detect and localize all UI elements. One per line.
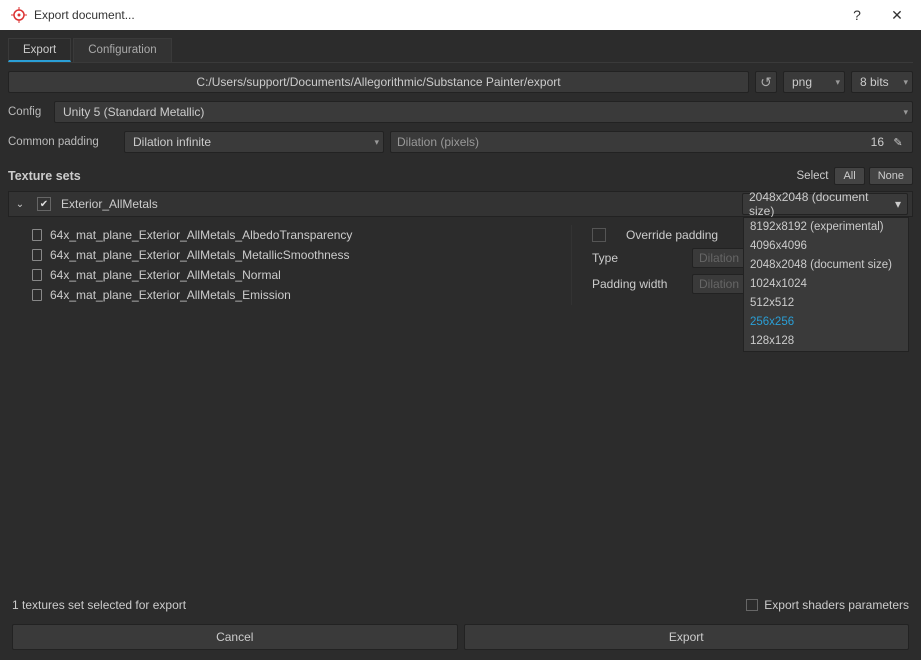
pencil-icon: ✎ xyxy=(890,134,906,150)
close-button[interactable]: ✕ xyxy=(877,0,917,30)
texture-sets-title: Texture sets xyxy=(8,169,797,183)
file-format-value: png xyxy=(792,75,827,89)
texture-set-checkbox[interactable] xyxy=(37,197,51,211)
size-option[interactable]: 128x128 xyxy=(744,332,908,351)
size-option[interactable]: 2048x2048 (document size) xyxy=(744,256,908,275)
padding-mode-value: Dilation infinite xyxy=(133,135,366,149)
bit-depth-dropdown[interactable]: 8 bits ▾ xyxy=(851,71,913,93)
document-icon xyxy=(32,249,42,261)
config-preset-value: Unity 5 (Standard Metallic) xyxy=(63,105,895,119)
export-shaders-checkbox[interactable]: Export shaders parameters xyxy=(746,598,909,612)
override-padding-checkbox[interactable] xyxy=(592,228,606,242)
list-item[interactable]: 64x_mat_plane_Exterior_AllMetals_Metalli… xyxy=(32,245,571,265)
checkbox-icon xyxy=(746,599,758,611)
list-item[interactable]: 64x_mat_plane_Exterior_AllMetals_AlbedoT… xyxy=(32,225,571,245)
size-option[interactable]: 256x256 xyxy=(744,313,908,332)
chevron-down-icon: ▾ xyxy=(895,197,901,211)
document-icon xyxy=(32,289,42,301)
app-icon xyxy=(10,6,28,24)
common-padding-label: Common padding xyxy=(8,136,118,148)
list-item[interactable]: 64x_mat_plane_Exterior_AllMetals_Emissio… xyxy=(32,285,571,305)
texture-size-dropdown[interactable]: 2048x2048 (document size) ▾ xyxy=(742,193,908,215)
map-list: 64x_mat_plane_Exterior_AllMetals_AlbedoT… xyxy=(32,225,572,305)
texture-size-value: 2048x2048 (document size) xyxy=(749,190,895,218)
size-option[interactable]: 512x512 xyxy=(744,294,908,313)
help-button[interactable]: ? xyxy=(837,0,877,30)
titlebar: Export document... ? ✕ xyxy=(0,0,921,30)
chevron-down-icon: ▾ xyxy=(835,77,840,88)
chevron-down-icon[interactable]: ⌄ xyxy=(13,199,27,210)
map-name: 64x_mat_plane_Exterior_AllMetals_Emissio… xyxy=(50,288,291,302)
texture-set-name: Exterior_AllMetals xyxy=(61,197,732,211)
document-icon xyxy=(32,229,42,241)
texture-size-dropdown-list[interactable]: 8192x8192 (experimental) 4096x4096 2048x… xyxy=(743,217,909,352)
padding-mode-dropdown[interactable]: Dilation infinite ▾ xyxy=(124,131,384,153)
size-option[interactable]: 8192x8192 (experimental) xyxy=(744,218,908,237)
select-none-button[interactable]: None xyxy=(869,167,913,185)
reset-path-button[interactable]: ↺ xyxy=(755,71,777,93)
map-name: 64x_mat_plane_Exterior_AllMetals_Metalli… xyxy=(50,248,349,262)
tab-export[interactable]: Export xyxy=(8,38,71,62)
dilation-pixels-value: 16 xyxy=(871,135,884,149)
bit-depth-value: 8 bits xyxy=(860,75,895,89)
export-shaders-label: Export shaders parameters xyxy=(764,598,909,612)
chevron-down-icon: ▾ xyxy=(903,107,908,118)
export-button[interactable]: Export xyxy=(464,624,910,650)
cancel-button[interactable]: Cancel xyxy=(12,624,458,650)
padding-width-label: Padding width xyxy=(592,277,672,291)
select-label: Select xyxy=(797,170,829,182)
map-name: 64x_mat_plane_Exterior_AllMetals_AlbedoT… xyxy=(50,228,352,242)
dilation-pixels-field[interactable]: Dilation (pixels) 16 ✎ xyxy=(390,131,913,153)
config-label: Config xyxy=(8,106,48,118)
list-item[interactable]: 64x_mat_plane_Exterior_AllMetals_Normal xyxy=(32,265,571,285)
undo-icon: ↺ xyxy=(760,74,772,91)
export-path-field[interactable]: C:/Users/support/Documents/Allegorithmic… xyxy=(8,71,749,93)
config-preset-dropdown[interactable]: Unity 5 (Standard Metallic) ▾ xyxy=(54,101,913,123)
document-icon xyxy=(32,269,42,281)
override-padding-label: Override padding xyxy=(626,228,718,242)
file-format-dropdown[interactable]: png ▾ xyxy=(783,71,845,93)
type-label: Type xyxy=(592,251,672,265)
map-name: 64x_mat_plane_Exterior_AllMetals_Normal xyxy=(50,268,281,282)
size-option[interactable]: 1024x1024 xyxy=(744,275,908,294)
tab-strip: Export Configuration xyxy=(8,38,913,63)
status-bar: 1 textures set selected for export Expor… xyxy=(8,592,913,618)
chevron-down-icon: ▾ xyxy=(903,77,908,88)
tab-configuration[interactable]: Configuration xyxy=(73,38,171,62)
select-all-button[interactable]: All xyxy=(834,167,864,185)
window-title: Export document... xyxy=(34,8,837,22)
texture-set-body: 64x_mat_plane_Exterior_AllMetals_AlbedoT… xyxy=(8,217,913,313)
dilation-pixels-label: Dilation (pixels) xyxy=(397,135,871,149)
texture-set-row[interactable]: ⌄ Exterior_AllMetals 2048x2048 (document… xyxy=(8,191,913,217)
size-option[interactable]: 4096x4096 xyxy=(744,237,908,256)
chevron-down-icon: ▾ xyxy=(374,137,379,148)
status-text: 1 textures set selected for export xyxy=(12,598,746,612)
